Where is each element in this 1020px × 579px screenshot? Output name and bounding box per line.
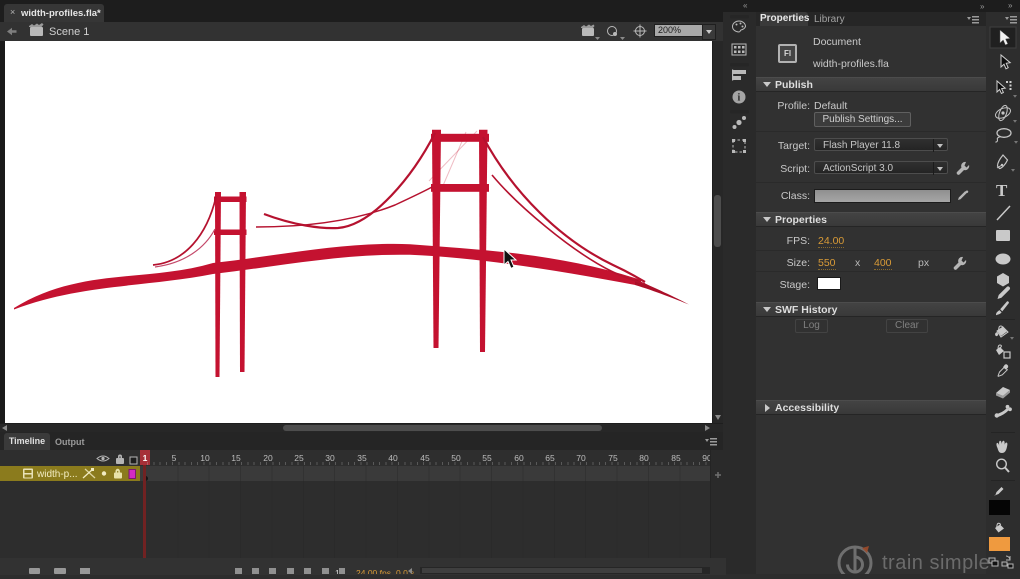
svg-text:i: i [738, 93, 741, 104]
svg-text:»: » [980, 2, 985, 10]
svg-text:T: T [996, 181, 1008, 200]
svg-text:»: » [1008, 1, 1013, 10]
svg-text:«: « [743, 1, 748, 10]
svg-text:24.00 fps: 24.00 fps [356, 568, 391, 574]
svg-text:1: 1 [335, 568, 340, 574]
svg-text:width-p...: width-p... [36, 469, 78, 480]
